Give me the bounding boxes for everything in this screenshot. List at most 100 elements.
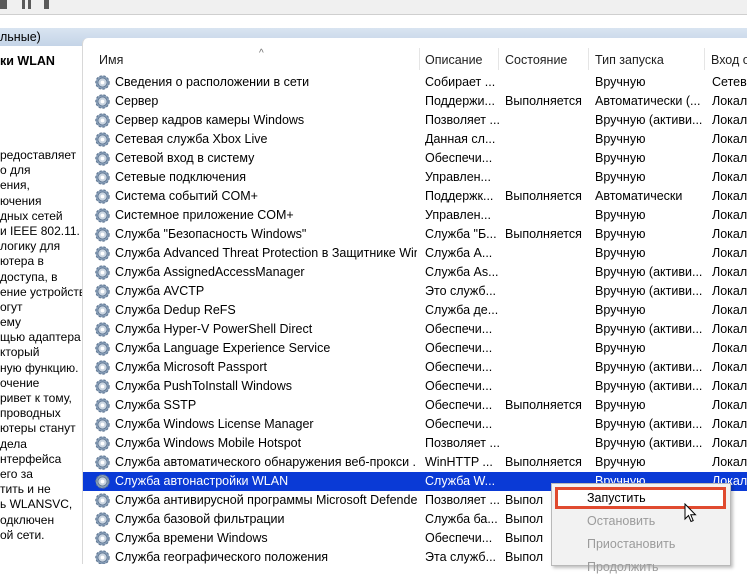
service-startup-type: Вручную	[595, 303, 646, 317]
service-state	[505, 130, 589, 149]
services-list-header: Имя ^ Описание Состояние Тип запуска Вхо…	[83, 48, 747, 70]
pause-button[interactable]	[22, 0, 25, 9]
service-logon: Локаль	[712, 132, 747, 146]
service-startup-type: Автоматически (...	[595, 94, 701, 108]
service-startup-type: Вручную	[595, 75, 646, 89]
service-description-line: кторый	[0, 345, 40, 360]
service-row[interactable]: Система событий COM+ Поддержк... Выполняет…	[83, 187, 747, 206]
service-row[interactable]: Служба автоматического обнаружения веб-п…	[83, 453, 747, 472]
service-startup-type: Вручную (активи...	[595, 417, 703, 431]
service-row[interactable]: Служба Dedup ReFS Служба де... Вручную Лока…	[83, 301, 747, 320]
service-logon: Локаль	[712, 360, 747, 374]
service-startup-type: Вручную	[595, 227, 646, 241]
context-menu-stop[interactable]: Остановить	[552, 510, 730, 533]
pause-button-bar	[28, 0, 31, 9]
service-description-line: щью адаптера	[0, 330, 81, 345]
service-state: Выполняется	[505, 398, 582, 412]
service-description-pane: ки WLAN редоставляет о для ения, ючения дных…	[0, 46, 82, 564]
service-name: Служба антивирусной программы Microsoft …	[115, 493, 417, 507]
service-description: Служба "Б...	[425, 227, 497, 241]
column-header-name-label: Имя	[99, 53, 124, 67]
service-state: Выполняется	[505, 455, 582, 469]
service-name: Сетевой вход в систему	[115, 151, 255, 165]
service-row[interactable]: Служба "Безопасность Windows" Служба "Б..…	[83, 225, 747, 244]
service-description: Позволяет ...	[425, 113, 499, 127]
service-description: Поддержи...	[425, 94, 495, 108]
service-row[interactable]: Системное приложение COM+ Управлен... Вруч…	[83, 206, 747, 225]
service-startup-type: Вручную	[595, 208, 646, 222]
service-row[interactable]: Сетевые подключения Управлен... Вручную Лок…	[83, 168, 747, 187]
service-row[interactable]: Служба Windows License Manager Обеспечи..…	[83, 415, 747, 434]
service-description: Обеспечи...	[425, 322, 493, 336]
service-name: Служба Windows Mobile Hotspot	[115, 436, 302, 450]
sort-ascending-icon: ^	[259, 48, 264, 59]
service-description: Управлен...	[425, 208, 491, 222]
service-row[interactable]: Служба Microsoft Passport Обеспечи... Вруч…	[83, 358, 747, 377]
service-row[interactable]: Сетевая служба Xbox Live Данная сл... Вруч…	[83, 130, 747, 149]
service-description-line: ютеры станут	[0, 421, 76, 436]
service-row[interactable]: Служба Language Experience Service Обеспе…	[83, 339, 747, 358]
service-logon: Локаль	[712, 113, 747, 127]
service-name-cell: Служба Microsoft Passport	[95, 358, 417, 377]
column-header-state[interactable]: Состояние	[499, 48, 589, 70]
service-logon: Локаль	[712, 436, 747, 450]
service-row[interactable]: Служба SSTP Обеспечи... Выполняется Вручную…	[83, 396, 747, 415]
service-name-cell: Служба Dedup ReFS	[95, 301, 417, 320]
column-header-startup-type[interactable]: Тип запуска	[589, 48, 705, 70]
service-description: Обеспечи...	[425, 531, 493, 545]
service-startup-type: Вручную	[595, 132, 646, 146]
service-row[interactable]: Служба AVCTP Это служб... Вручную (активи.…	[83, 282, 747, 301]
service-row[interactable]: Сервер Поддержи... Выполняется Автоматическ…	[83, 92, 747, 111]
service-logon: Локаль	[712, 322, 747, 336]
service-description: Управлен...	[425, 170, 491, 184]
service-row[interactable]: Служба Hyper-V PowerShell Direct Обеспечи…	[83, 320, 747, 339]
service-name: Служба Hyper-V PowerShell Direct	[115, 322, 313, 336]
service-row[interactable]: Сведения о расположении в сети Собирает .…	[83, 73, 747, 92]
service-description-line: ение устройства	[0, 284, 82, 299]
service-startup-type: Вручную (активи...	[595, 265, 703, 279]
service-name-cell: Служба AVCTP	[95, 282, 417, 301]
context-menu-start[interactable]: Запустить	[552, 487, 730, 510]
service-name-cell: Служба Hyper-V PowerShell Direct	[95, 320, 417, 339]
service-name-cell: Сервер	[95, 92, 417, 111]
restart-button[interactable]	[44, 0, 49, 9]
service-row[interactable]: Служба Advanced Threat Protection в Защи…	[83, 244, 747, 263]
service-row[interactable]: Сервер кадров камеры Windows Позволяет ..…	[83, 111, 747, 130]
service-name-cell: Служба антивирусной программы Microsoft …	[95, 491, 417, 510]
service-description-line: тить и не	[0, 482, 51, 497]
service-name: Служба Advanced Threat Protection в Защи…	[115, 246, 417, 260]
context-menu-resume[interactable]: Продолжить	[552, 556, 730, 579]
service-name-cell: Служба базовой фильтрации	[95, 510, 417, 529]
mouse-pointer-icon	[684, 503, 697, 523]
column-header-description[interactable]: Описание	[419, 48, 499, 70]
service-state	[505, 320, 589, 339]
service-row[interactable]: Служба Windows Mobile Hotspot Позволяет .…	[83, 434, 747, 453]
service-startup-type: Автоматически	[595, 189, 683, 203]
service-name: Сервер	[115, 94, 159, 108]
service-row[interactable]: Служба PushToInstall Windows Обеспечи... В…	[83, 377, 747, 396]
service-name-cell: Служба Language Experience Service	[95, 339, 417, 358]
service-logon: Локаль	[712, 246, 747, 260]
service-row[interactable]: Служба AssignedAccessManager Служба As...…	[83, 263, 747, 282]
service-description: Служба ба...	[425, 512, 498, 526]
column-header-logon[interactable]: Вход от	[705, 48, 747, 70]
context-menu-pause[interactable]: Приостановить	[552, 533, 730, 556]
service-logon: Локаль	[712, 284, 747, 298]
scope-label: льные)	[0, 30, 41, 44]
service-name-cell: Сведения о расположении в сети	[95, 73, 417, 92]
column-header-name[interactable]: Имя ^	[93, 48, 420, 70]
service-logon: Сетевая	[712, 75, 747, 89]
service-startup-type: Вручную	[595, 151, 646, 165]
service-description-line: ему	[0, 315, 22, 330]
service-name: Служба PushToInstall Windows	[115, 379, 293, 393]
service-row[interactable]: Сетевой вход в систему Обеспечи... Вручную…	[83, 149, 747, 168]
service-description-title: ки WLAN	[0, 54, 55, 68]
service-description-line: его за	[0, 466, 33, 481]
service-name-cell: Служба AssignedAccessManager	[95, 263, 417, 282]
toolbar	[0, 0, 747, 15]
stop-button[interactable]	[0, 0, 7, 9]
service-logon: Локаль	[712, 94, 747, 108]
service-description-line: и IEEE 802.11.	[0, 223, 80, 238]
service-logon: Локаль	[712, 227, 747, 241]
service-name: Сведения о расположении в сети	[115, 75, 310, 89]
